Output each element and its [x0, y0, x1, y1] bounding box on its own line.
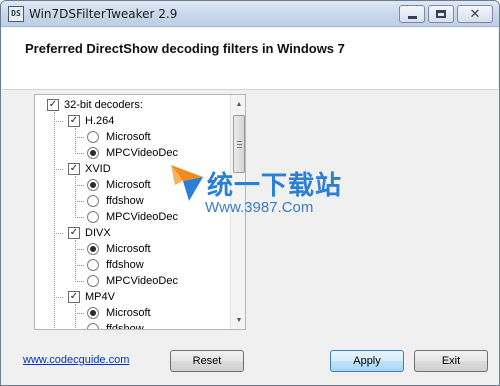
minimize-button[interactable] — [399, 5, 425, 23]
thumb-grip — [237, 147, 242, 148]
tree-connector — [75, 265, 84, 266]
tree-connector — [54, 297, 63, 298]
maximize-icon — [436, 10, 446, 18]
watermark-logo-icon — [171, 165, 203, 201]
tree-item-label: MPCVideoDec — [106, 146, 178, 159]
decoder-group[interactable]: ✓ XVID — [68, 161, 111, 176]
tree-connector — [75, 313, 84, 314]
page-title: Preferred DirectShow decoding filters in… — [25, 41, 345, 56]
tree-item-label: MP4V — [85, 290, 115, 303]
checked-checkbox-icon[interactable]: ✓ — [47, 98, 59, 111]
tree-item-label: DIVX — [85, 226, 111, 239]
tree-connector — [54, 121, 63, 122]
decoder-option[interactable]: MPCVideoDec — [87, 145, 178, 160]
tree-item-label: H.264 — [85, 114, 115, 127]
tree-connector — [75, 153, 84, 154]
reset-button[interactable]: Reset — [170, 350, 244, 372]
thumb-grip — [237, 141, 242, 142]
decoder-group[interactable]: ✓ H.264 — [68, 113, 114, 128]
tree-item-label: MPCVideoDec — [106, 210, 178, 223]
decoder-option[interactable]: Microsoft — [87, 129, 151, 144]
radio-icon[interactable] — [87, 258, 99, 271]
radio-icon[interactable] — [87, 322, 99, 329]
decoder-option[interactable]: ffdshow — [87, 257, 144, 272]
radio-icon[interactable] — [87, 274, 99, 287]
decoder-option[interactable]: Microsoft — [87, 241, 151, 256]
decoder-group[interactable]: ✓ DIVX — [68, 225, 111, 240]
header-panel: Preferred DirectShow decoding filters in… — [2, 28, 498, 90]
codecguide-link[interactable]: www.codecguide.com — [23, 354, 129, 366]
tree-item-label: ffdshow — [106, 258, 144, 271]
close-button[interactable]: ✕ — [457, 5, 493, 23]
apply-button[interactable]: Apply — [330, 350, 404, 372]
tree-connector — [75, 176, 76, 218]
exit-button[interactable]: Exit — [414, 350, 488, 372]
checked-checkbox-icon[interactable]: ✓ — [68, 290, 80, 303]
tree-connector — [75, 249, 84, 250]
thumb-grip — [237, 144, 242, 145]
tree-connector — [54, 233, 63, 234]
tree-item-label: MPCVideoDec — [106, 274, 178, 287]
tree-connector — [75, 304, 76, 329]
title-bar[interactable]: DS Win7DSFilterTweaker 2.9 ✕ — [1, 1, 499, 27]
watermark-title: 统一下载站 — [207, 171, 343, 201]
decoder-option[interactable]: ffdshow — [87, 193, 144, 208]
watermark-url: Www.3987.Com — [205, 199, 314, 216]
close-icon: ✕ — [469, 6, 481, 22]
radio-icon[interactable] — [87, 194, 99, 207]
radio-selected-icon[interactable] — [87, 306, 99, 319]
tree-connector — [75, 281, 84, 282]
watermark: 统一下载站 Www.3987.Com — [169, 161, 349, 221]
tree-item-label: Microsoft — [106, 178, 151, 191]
scroll-up-arrow-icon[interactable]: ▲ — [231, 97, 245, 111]
checked-checkbox-icon[interactable]: ✓ — [68, 226, 80, 239]
minimize-icon — [407, 15, 417, 19]
radio-selected-icon[interactable] — [87, 146, 99, 159]
tree-item-label: XVID — [85, 162, 111, 175]
decoder-option[interactable]: Microsoft — [87, 305, 151, 320]
decoder-option[interactable]: Microsoft — [87, 177, 151, 192]
decoder-option[interactable]: ffdshow — [87, 321, 144, 330]
scroll-down-arrow-icon[interactable]: ▼ — [231, 313, 245, 327]
tree-connector — [54, 169, 63, 170]
app-icon: DS — [8, 6, 24, 22]
tree-item-label: Microsoft — [106, 130, 151, 143]
tree-connector — [75, 240, 76, 282]
tree-connector — [75, 185, 84, 186]
window-title: Win7DSFilterTweaker 2.9 — [29, 7, 178, 21]
tree-connector — [54, 112, 55, 329]
tree-item-label: ffdshow — [106, 194, 144, 207]
tree-item-label: ffdshow — [106, 322, 144, 330]
decoder-option[interactable]: MPCVideoDec — [87, 209, 178, 224]
radio-selected-icon[interactable] — [87, 178, 99, 191]
tree-root-decoders[interactable]: ✓ 32-bit decoders: — [47, 97, 143, 112]
maximize-button[interactable] — [428, 5, 454, 23]
tree-connector — [75, 329, 84, 330]
tree-item-label: 32-bit decoders: — [64, 98, 143, 111]
tree-item-label: Microsoft — [106, 242, 151, 255]
tree-item-label: Microsoft — [106, 306, 151, 319]
tree-connector — [75, 217, 84, 218]
checked-checkbox-icon[interactable]: ✓ — [68, 162, 80, 175]
tree-connector — [75, 201, 84, 202]
decoder-group[interactable]: ✓ MP4V — [68, 289, 115, 304]
radio-icon[interactable] — [87, 130, 99, 143]
checked-checkbox-icon[interactable]: ✓ — [68, 114, 80, 127]
tree-connector — [75, 137, 84, 138]
decoder-option[interactable]: MPCVideoDec — [87, 273, 178, 288]
radio-icon[interactable] — [87, 210, 99, 223]
radio-selected-icon[interactable] — [87, 242, 99, 255]
tree-connector — [75, 128, 76, 154]
app-window: DS Win7DSFilterTweaker 2.9 ✕ Preferred D… — [0, 0, 500, 386]
